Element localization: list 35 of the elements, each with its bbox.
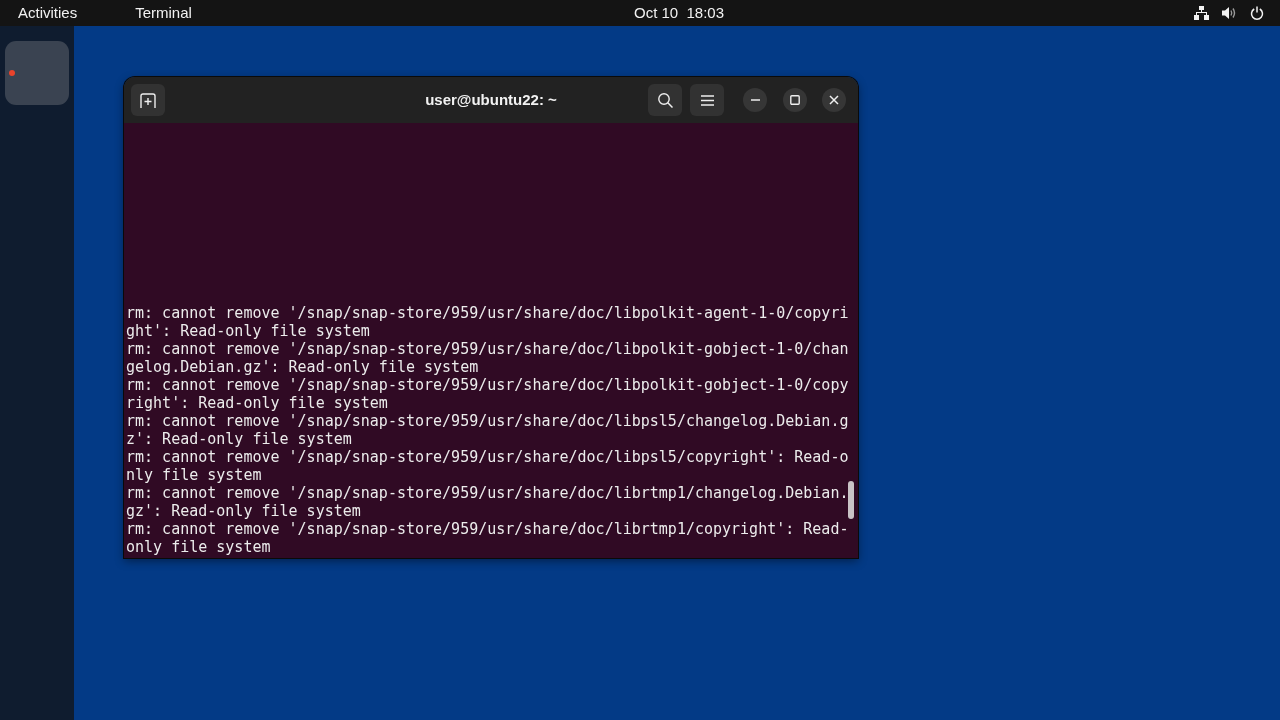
clock[interactable]: Oct 10 18:03: [634, 4, 725, 22]
terminal-line: rm: cannot remove '/snap/snap-store/959/usr/share/doc/libpolkit-gobject-1-0/copy: [126, 376, 849, 394]
terminal-line: ght': Read-only file system: [126, 322, 370, 340]
window-title: user@ubuntu22: ~: [425, 91, 557, 109]
terminal-line: nly file system: [126, 466, 262, 484]
minimize-icon: [750, 99, 760, 101]
terminal-line: right': Read-only file system: [126, 394, 388, 412]
menu-button[interactable]: [690, 84, 724, 116]
scrollbar[interactable]: [848, 481, 854, 519]
terminal-line: rm: cannot remove '/snap/snap-store/959/usr/share/doc/libpsl5/copyright': Read-o: [126, 448, 849, 466]
terminal-line: rm: cannot remove '/snap/snap-store/959/usr/share/doc/librtmp1/copyright': Read-: [126, 520, 849, 538]
network-icon[interactable]: [1194, 6, 1209, 20]
new-tab-icon: [140, 92, 156, 108]
terminal-line: gelog.Debian.gz': Read-only file system: [126, 358, 479, 376]
terminal-line: rm: cannot remove '/snap/snap-store/959/usr/share/doc/libpolkit-gobject-1-0/chan: [126, 340, 849, 358]
app-menu[interactable]: Terminal: [135, 4, 192, 22]
activities-button[interactable]: Activities: [18, 4, 78, 22]
maximize-icon: [790, 95, 800, 105]
dock-app-tile[interactable]: [5, 41, 69, 105]
search-icon: [657, 92, 673, 108]
terminal-line: gz': Read-only file system: [126, 502, 361, 520]
menu-icon: [700, 94, 714, 106]
terminal-line: rm: cannot remove '/snap/snap-store/959/usr/share/doc/librtmp1/changelog.Debian.: [126, 484, 849, 502]
terminal-line: only file system: [126, 538, 271, 556]
minimize-button[interactable]: [743, 88, 767, 112]
speaker-icon[interactable]: [1222, 6, 1237, 20]
maximize-button[interactable]: [783, 88, 807, 112]
terminal-line: rm: cannot remove '/snap/snap-store/959/usr/share/doc/libpolkit-agent-1-0/copyri: [126, 304, 849, 322]
close-button[interactable]: [822, 88, 846, 112]
terminal-line: rm: cannot remove '/snap/snap-store/959/usr/share/doc/libpsl5/changelog.Debian.g: [126, 412, 849, 430]
close-icon: [829, 95, 839, 105]
new-tab-button[interactable]: [131, 84, 165, 116]
search-button[interactable]: [648, 84, 682, 116]
terminal-line: z': Read-only file system: [126, 430, 352, 448]
power-icon[interactable]: [1250, 6, 1264, 20]
